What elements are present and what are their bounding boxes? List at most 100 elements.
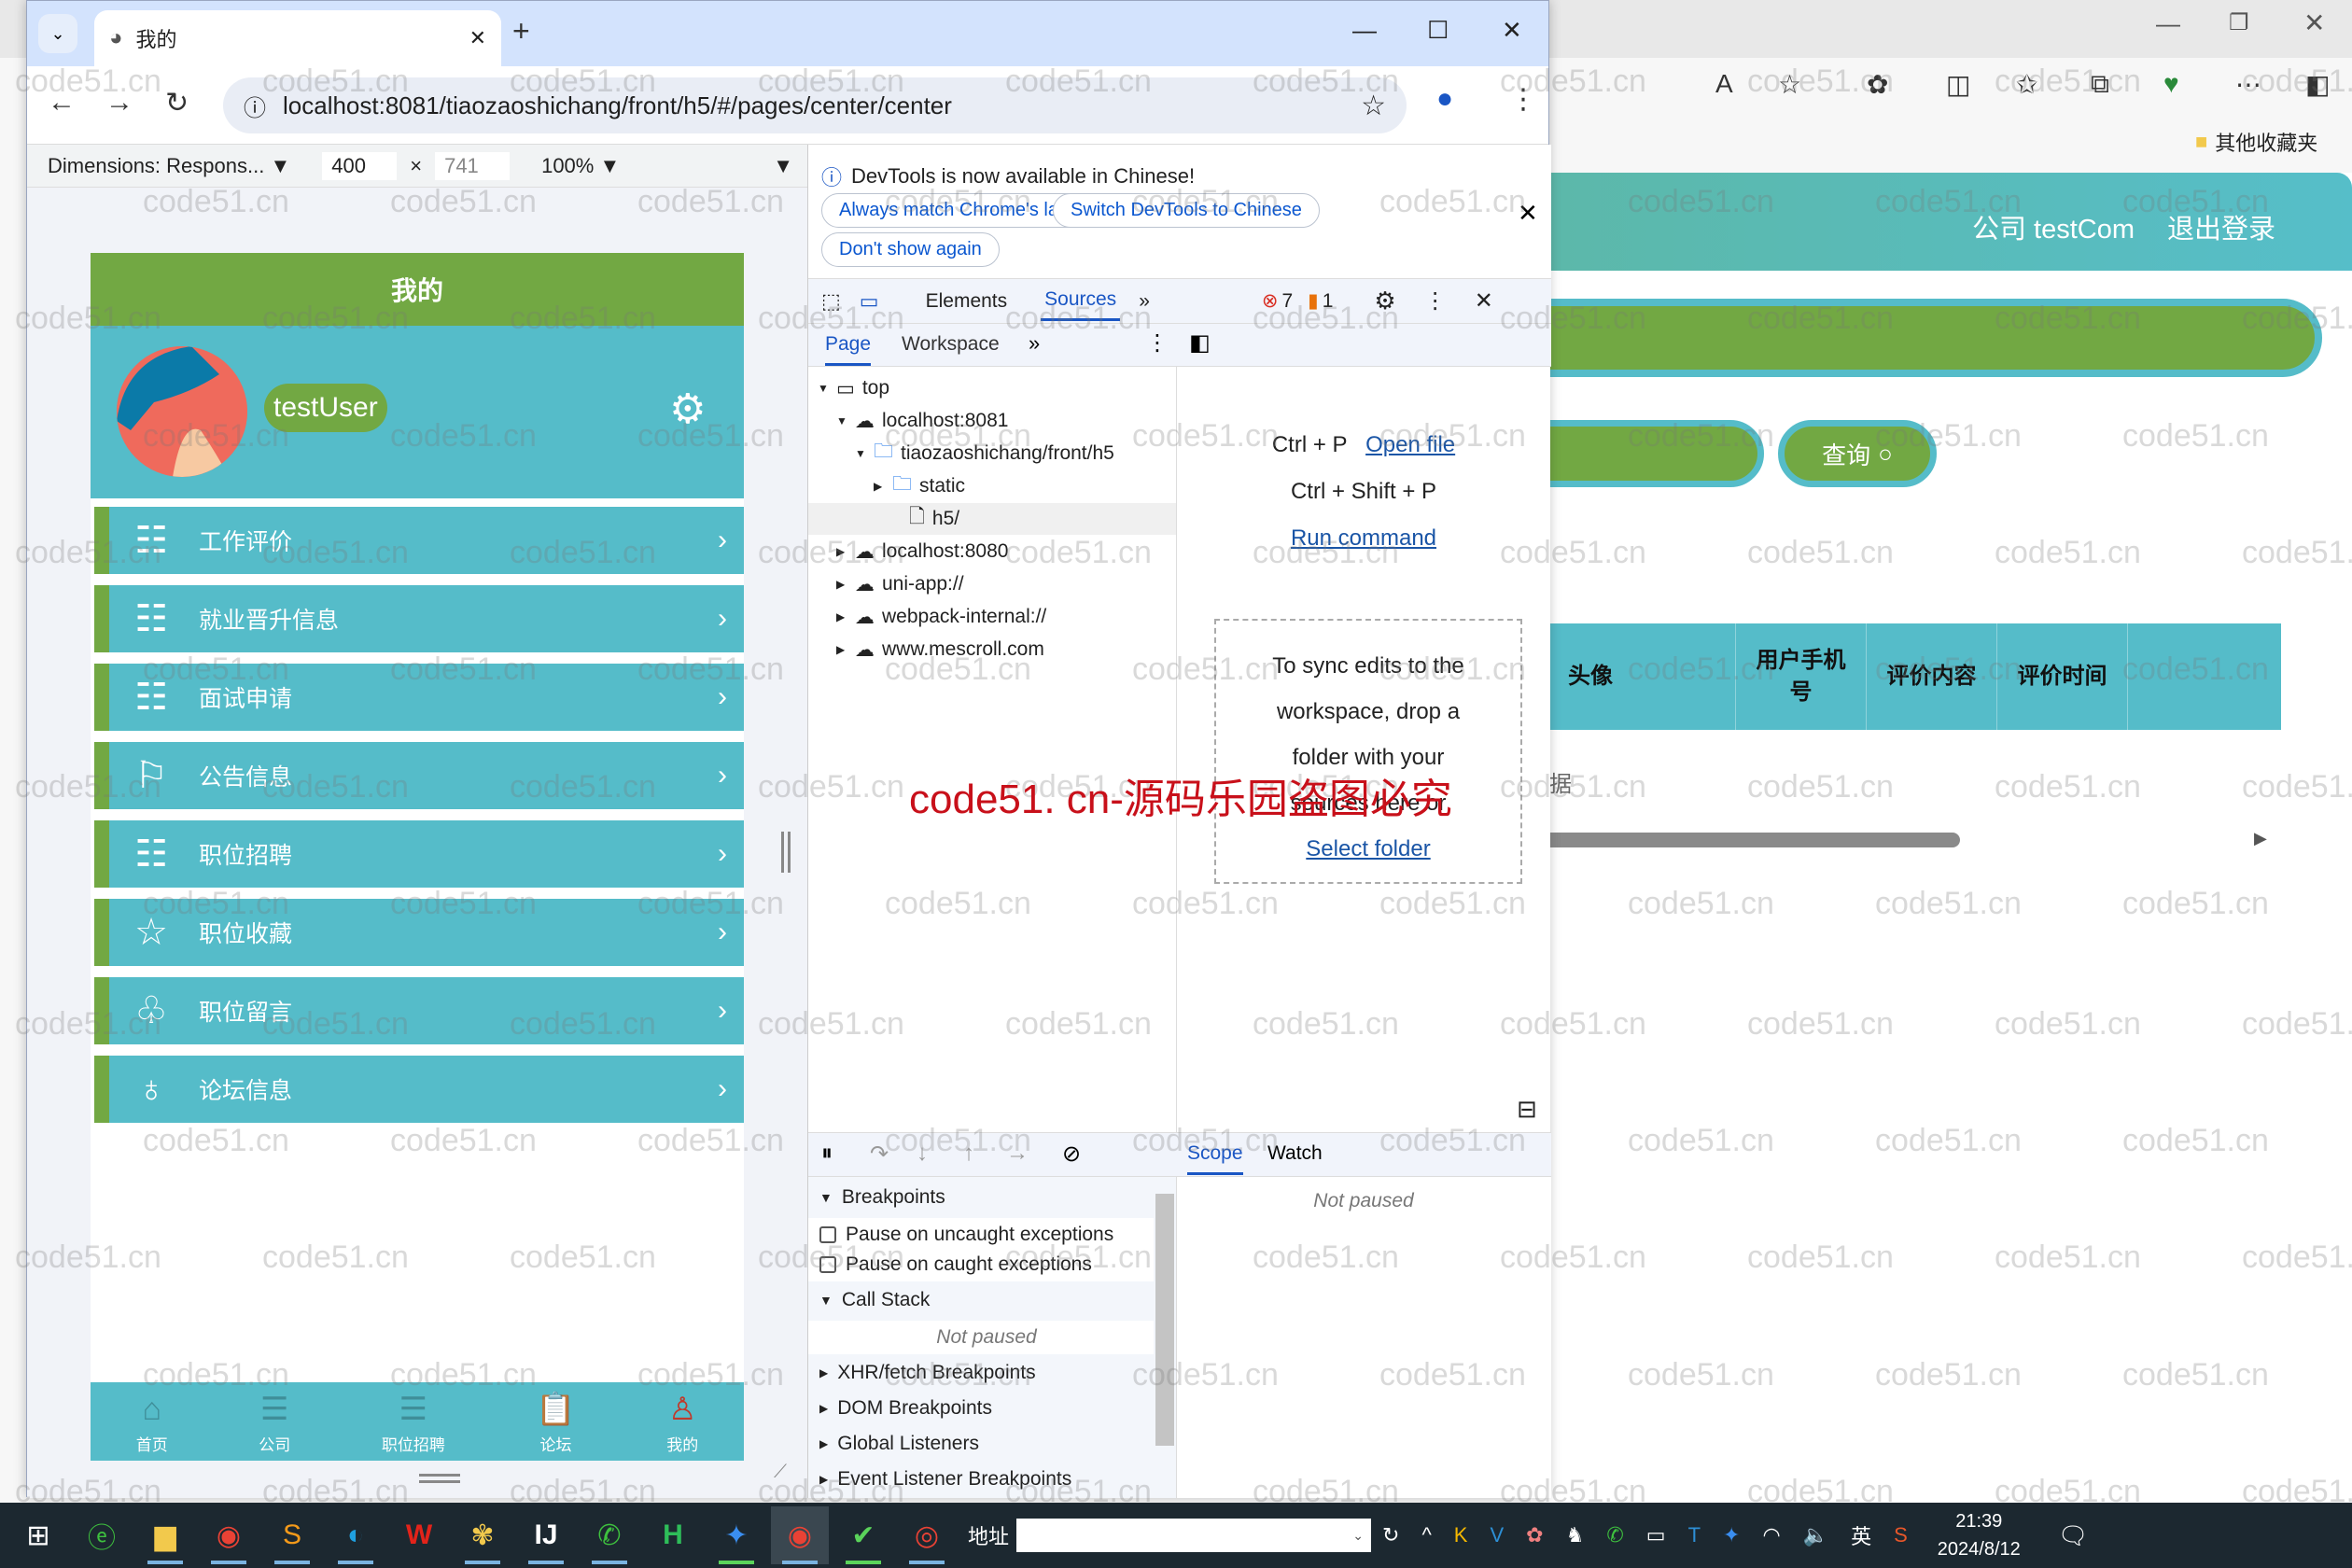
- tab-bar-item[interactable]: 📋 论坛: [536, 1391, 575, 1455]
- tree-node[interactable]: ▼ 🗀 tiaozaoshichang/front/h5: [855, 438, 1114, 469]
- pause-uncaught-option[interactable]: Pause on uncaught exceptions: [808, 1218, 1154, 1252]
- devtools-settings-icon[interactable]: ⚙: [1374, 287, 1395, 315]
- checkbox[interactable]: [819, 1256, 836, 1273]
- back-icon[interactable]: ←: [48, 87, 76, 119]
- minimize-icon[interactable]: —: [2156, 9, 2180, 38]
- query-button[interactable]: 查询 ○: [1778, 420, 1937, 487]
- more-subtabs-icon[interactable]: »: [1029, 331, 1040, 356]
- menu-item[interactable]: ☷ 就业晋升信息 ›: [94, 585, 744, 652]
- menu-item[interactable]: ☆ 职位收藏 ›: [94, 899, 744, 966]
- subtab-workspace[interactable]: Workspace: [902, 333, 1000, 356]
- debugger-scrollbar[interactable]: [1155, 1194, 1174, 1446]
- site-info-icon[interactable]: ⓘ: [244, 90, 266, 122]
- checkbox[interactable]: [819, 1226, 836, 1243]
- tray-app-v-icon[interactable]: V: [1490, 1523, 1504, 1547]
- resize-handle-right[interactable]: [781, 832, 791, 873]
- taskbar-chrome[interactable]: ◉: [200, 1506, 258, 1564]
- debugger-section-header[interactable]: ▶ Global Listeners: [808, 1427, 1154, 1461]
- debugger-section-header[interactable]: ▶ XHR/fetch Breakpoints: [808, 1356, 1154, 1390]
- pause-caught-option[interactable]: Pause on caught exceptions: [808, 1248, 1154, 1281]
- avatar[interactable]: [117, 346, 247, 477]
- resize-corner-icon[interactable]: ⟋: [774, 1462, 787, 1483]
- subtab-menu-icon[interactable]: ⋮: [1146, 329, 1169, 357]
- tab-sources[interactable]: Sources: [1041, 281, 1121, 321]
- tree-node[interactable]: ▶ 🗀 static: [874, 470, 965, 502]
- warning-count[interactable]: 1: [1323, 290, 1334, 313]
- tree-node[interactable]: ▼ ▭ top: [818, 372, 889, 404]
- step-over-icon[interactable]: ↷: [870, 1141, 889, 1168]
- sogou-icon[interactable]: S: [1894, 1523, 1908, 1547]
- notification-icon[interactable]: 🗨: [2058, 1521, 2089, 1550]
- tray-feishu-icon[interactable]: ✦: [1723, 1523, 1740, 1547]
- tab-active[interactable]: ◕ 我的 ✕: [94, 10, 501, 66]
- tree-node[interactable]: ▶ ☁ localhost:8080: [836, 536, 1008, 567]
- maximize-icon[interactable]: ☐: [1427, 16, 1449, 45]
- expanded-arrow-icon[interactable]: ▼: [836, 414, 847, 427]
- tree-node[interactable]: ▶ ☁ www.mescroll.com: [836, 634, 1044, 665]
- height-input[interactable]: 741: [435, 151, 511, 180]
- taskbar-intellij[interactable]: IJ: [517, 1506, 575, 1564]
- warning-icon[interactable]: ▮: [1308, 289, 1319, 313]
- devtools-menu-icon[interactable]: ⋮: [1424, 287, 1447, 315]
- bookmark-folder[interactable]: ■ 其他收藏夹: [2195, 127, 2317, 157]
- menu-item[interactable]: ⚐ 公告信息 ›: [94, 742, 744, 809]
- error-icon[interactable]: ⊗: [1262, 289, 1279, 313]
- restore-icon[interactable]: ❐: [2229, 9, 2249, 36]
- collapsed-arrow-icon[interactable]: ▶: [836, 610, 847, 623]
- more-tabs-icon[interactable]: »: [1139, 290, 1150, 313]
- taskbar-checker[interactable]: ✔: [834, 1506, 892, 1564]
- dont-show-again-button[interactable]: Don't show again: [821, 232, 1000, 267]
- extensions-icon[interactable]: ✿: [1867, 69, 1888, 100]
- width-input[interactable]: 400: [322, 151, 398, 180]
- select-folder-link[interactable]: Select folder: [1216, 826, 1520, 872]
- zoom-select[interactable]: 100% ▼: [541, 154, 620, 178]
- expanded-arrow-icon[interactable]: ▼: [818, 382, 829, 395]
- tab-elements[interactable]: Elements: [926, 290, 1008, 313]
- tab-scope[interactable]: Scope: [1187, 1142, 1243, 1175]
- step-into-icon[interactable]: ↓: [917, 1141, 928, 1167]
- split-screen-icon[interactable]: ◫: [1946, 69, 1970, 100]
- tray-app-flower-icon[interactable]: ✿: [1526, 1523, 1543, 1547]
- expanded-arrow-icon[interactable]: ▼: [855, 447, 866, 460]
- taskbar-navicat[interactable]: ✾: [454, 1506, 511, 1564]
- profile-icon[interactable]: ●: [1436, 83, 1453, 115]
- address-toolbar-input[interactable]: ⌄: [1016, 1519, 1372, 1552]
- close-window-icon[interactable]: ✕: [1502, 16, 1522, 45]
- sidebar-icon[interactable]: ◧: [2305, 69, 2330, 100]
- tab-bar-item[interactable]: ☰ 公司: [259, 1391, 290, 1455]
- refresh-icon[interactable]: ↻: [1382, 1523, 1399, 1547]
- debugger-section-header[interactable]: ▶ DOM Breakpoints: [808, 1392, 1154, 1425]
- taskbar-edge[interactable]: ◐: [327, 1506, 385, 1564]
- favorite-star-icon[interactable]: ☆: [1778, 69, 1801, 100]
- taskbar-wps[interactable]: W: [390, 1506, 448, 1564]
- error-count[interactable]: 7: [1281, 290, 1293, 313]
- taskbar-wechat[interactable]: ✆: [581, 1506, 638, 1564]
- menu-kebab-icon[interactable]: ⋮: [1509, 83, 1537, 116]
- collapsed-arrow-icon[interactable]: ▶: [836, 578, 847, 591]
- reload-icon[interactable]: ↻: [165, 87, 189, 119]
- close-devtools-icon[interactable]: ✕: [1475, 287, 1493, 315]
- show-hidden-icons[interactable]: ^: [1421, 1523, 1431, 1547]
- menu-item[interactable]: ☷ 面试申请 ›: [94, 664, 744, 731]
- tray-app-t-icon[interactable]: T: [1688, 1523, 1701, 1547]
- tree-node[interactable]: ▶ ☁ webpack-internal://: [836, 601, 1046, 633]
- taskbar-file-explorer[interactable]: ▆: [136, 1506, 194, 1564]
- toggle-navigator-icon[interactable]: ◧: [1189, 329, 1211, 357]
- inspect-element-icon[interactable]: ⬚: [821, 289, 841, 314]
- bookmark-star-icon[interactable]: ☆: [1361, 90, 1386, 122]
- url-text[interactable]: localhost:8081/tiaozaoshichang/front/h5/…: [283, 91, 1344, 120]
- tray-wechat-icon[interactable]: ✆: [1606, 1523, 1623, 1547]
- tray-qq-icon[interactable]: ♞: [1566, 1523, 1585, 1547]
- horizontal-scrollbar[interactable]: [1531, 833, 1960, 847]
- url-bar[interactable]: ⓘ localhost:8081/tiaozaoshichang/front/h…: [223, 77, 1407, 133]
- logout-link[interactable]: 退出登录: [2167, 207, 2275, 246]
- minimize-icon[interactable]: —: [1352, 16, 1377, 45]
- menu-item[interactable]: ♧ 职位留言 ›: [94, 977, 744, 1044]
- taskbar-sublime[interactable]: S: [263, 1506, 321, 1564]
- close-infobar-icon[interactable]: ✕: [1518, 199, 1538, 228]
- collapsed-arrow-icon[interactable]: ▶: [836, 643, 847, 656]
- toggle-debugger-icon[interactable]: ⊟: [1517, 1095, 1537, 1124]
- taskbar-recorder[interactable]: ◎: [898, 1506, 956, 1564]
- run-command-link[interactable]: Run command: [1291, 525, 1436, 551]
- tree-node[interactable]: ▶ ☁ uni-app://: [836, 568, 964, 600]
